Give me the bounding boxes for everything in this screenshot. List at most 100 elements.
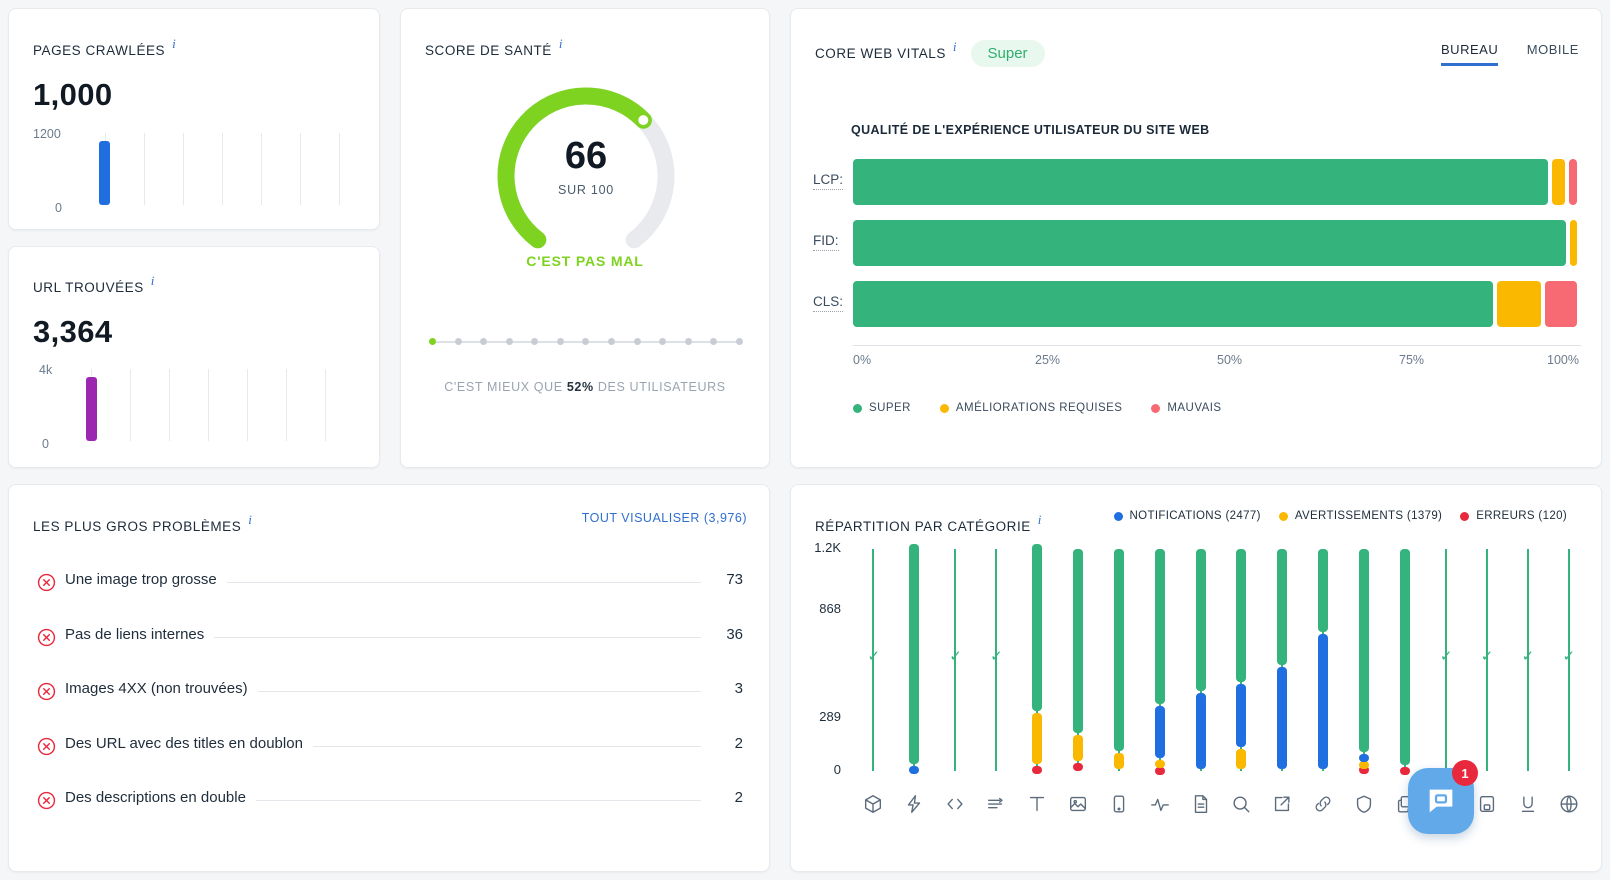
segment-warnings[interactable] (1113, 753, 1124, 769)
segment-ok[interactable] (1399, 549, 1410, 765)
axis-tick-label: 75% (1399, 353, 1425, 367)
segment-ok[interactable] (1072, 549, 1083, 733)
link-icon[interactable] (1312, 793, 1334, 820)
cwv-segment[interactable] (853, 220, 1567, 266)
cwv-segment[interactable] (853, 281, 1494, 327)
category-bar-column[interactable] (1262, 533, 1303, 812)
category-bar-column[interactable]: ✓ (976, 533, 1017, 809)
urls-found-value: 3,364 (33, 314, 113, 349)
segment-ok[interactable] (1113, 549, 1124, 752)
cwv-metric-label[interactable]: FID: (813, 233, 839, 251)
cwv-metric-label[interactable]: LCP: (813, 172, 844, 190)
external-link-icon[interactable] (1271, 793, 1293, 820)
bolt-icon[interactable] (903, 793, 925, 820)
text-icon[interactable] (1026, 793, 1048, 820)
percentile-dot (531, 338, 539, 345)
document-icon[interactable] (1190, 793, 1212, 820)
segment-notifications[interactable] (1318, 634, 1329, 769)
image-icon[interactable] (1067, 793, 1089, 820)
segment-ok[interactable] (1318, 549, 1329, 633)
segment-notifications[interactable] (1195, 693, 1206, 769)
segment-warnings[interactable] (1154, 759, 1165, 768)
segment-notifications[interactable] (1236, 684, 1247, 747)
category-bar-column[interactable]: ✓ (1548, 533, 1589, 813)
category-bar-column[interactable] (1098, 533, 1139, 813)
category-bar-column[interactable] (1344, 533, 1385, 813)
issue-row[interactable]: Des descriptions en double 2 (37, 789, 743, 813)
issue-label[interactable]: Images 4XX (non trouvées) (65, 680, 258, 697)
cwv-segment[interactable] (853, 159, 1548, 205)
category-bar-column[interactable] (1385, 533, 1426, 813)
issue-row[interactable]: Images 4XX (non trouvées) 3 (37, 680, 743, 704)
category-bar-column[interactable]: ✓ (1507, 533, 1548, 813)
cwv-metric-label[interactable]: CLS: (813, 294, 844, 312)
info-icon[interactable]: i (172, 36, 176, 51)
category-bar-column[interactable]: ✓ (1466, 533, 1507, 813)
segment-ok[interactable] (1031, 544, 1042, 711)
category-bar-column[interactable] (1139, 533, 1180, 812)
segment-ok[interactable] (1154, 549, 1165, 705)
category-bar-column[interactable]: ✓ (935, 533, 976, 810)
info-icon[interactable]: i (1038, 512, 1042, 527)
cwv-segment[interactable] (1568, 159, 1577, 205)
code-icon[interactable] (944, 793, 966, 820)
category-bar-column[interactable] (1017, 533, 1058, 812)
dot-connector (563, 340, 583, 343)
cwv-segment[interactable] (1570, 220, 1577, 266)
category-bar-column[interactable]: ✓ (1425, 533, 1466, 812)
category-bar-column[interactable] (894, 533, 935, 813)
segment-errors[interactable] (1031, 766, 1042, 775)
markup-icon[interactable] (1476, 793, 1498, 820)
bar-pages-crawled[interactable] (99, 141, 110, 205)
segment-errors[interactable] (1399, 766, 1410, 775)
globe-icon[interactable] (1558, 793, 1580, 820)
cwv-segment[interactable] (1544, 281, 1577, 327)
category-bar-column[interactable]: ✓ (853, 533, 894, 813)
info-icon[interactable]: i (559, 36, 563, 51)
mobile-icon[interactable] (1108, 793, 1130, 820)
category-bar-column[interactable] (1221, 533, 1262, 813)
underline-icon[interactable] (1517, 793, 1539, 820)
cwv-segment[interactable] (1497, 281, 1541, 327)
segment-ok[interactable] (1277, 549, 1288, 666)
segment-errors[interactable] (1072, 762, 1083, 771)
info-icon[interactable]: i (151, 273, 155, 288)
issue-label[interactable]: Pas de liens internes (65, 625, 215, 643)
chat-launcher-button[interactable]: 1 (1408, 760, 1478, 834)
shield-icon[interactable] (1353, 793, 1375, 820)
percentile-value: 52% (566, 380, 594, 394)
legend-item: MAUVAIS (1151, 402, 1221, 414)
segment-ok[interactable] (909, 544, 920, 765)
issue-label[interactable]: Des descriptions en double (65, 789, 256, 806)
issue-label[interactable]: Une image trop grosse (65, 571, 227, 588)
issue-row[interactable]: Une image trop grosse 73 (37, 571, 743, 595)
segment-warnings[interactable] (1236, 748, 1247, 769)
search-icon[interactable] (1230, 793, 1252, 820)
segment-notifications[interactable] (1277, 667, 1288, 769)
segment-ok[interactable] (1359, 549, 1370, 753)
tab-mobile[interactable]: MOBILE (1527, 42, 1579, 63)
category-breakdown-card: RÉPARTITION PAR CATÉGORIE i NOTIFICATIONS… (790, 484, 1602, 872)
pulse-icon[interactable] (1149, 793, 1171, 820)
issue-row[interactable]: Des URL avec des titles en doublon 2 (37, 734, 743, 759)
info-icon[interactable]: i (953, 39, 957, 54)
tab-bureau[interactable]: BUREAU (1440, 42, 1499, 66)
segment-warnings[interactable] (1072, 734, 1083, 761)
cwv-segment[interactable] (1551, 159, 1565, 205)
segment-ok[interactable] (1195, 549, 1206, 692)
cwv-row: FID: (813, 220, 1581, 266)
segment-notifications[interactable] (909, 766, 920, 775)
category-bar-column[interactable] (1180, 533, 1221, 813)
segment-ok[interactable] (1236, 549, 1247, 683)
cube-icon[interactable] (862, 793, 884, 820)
bar-urls-found[interactable] (86, 377, 97, 441)
segment-warnings[interactable] (1031, 712, 1042, 765)
category-bar-column[interactable] (1303, 533, 1344, 812)
segment-errors[interactable] (1154, 767, 1165, 776)
segment-notifications[interactable] (1154, 706, 1165, 758)
filter-icon[interactable] (985, 793, 1007, 820)
category-bar-column[interactable] (1057, 533, 1098, 812)
percentile-dot (480, 338, 488, 345)
issue-row[interactable]: Pas de liens internes 36 (37, 625, 743, 650)
issue-label[interactable]: Des URL avec des titles en doublon (65, 734, 313, 752)
